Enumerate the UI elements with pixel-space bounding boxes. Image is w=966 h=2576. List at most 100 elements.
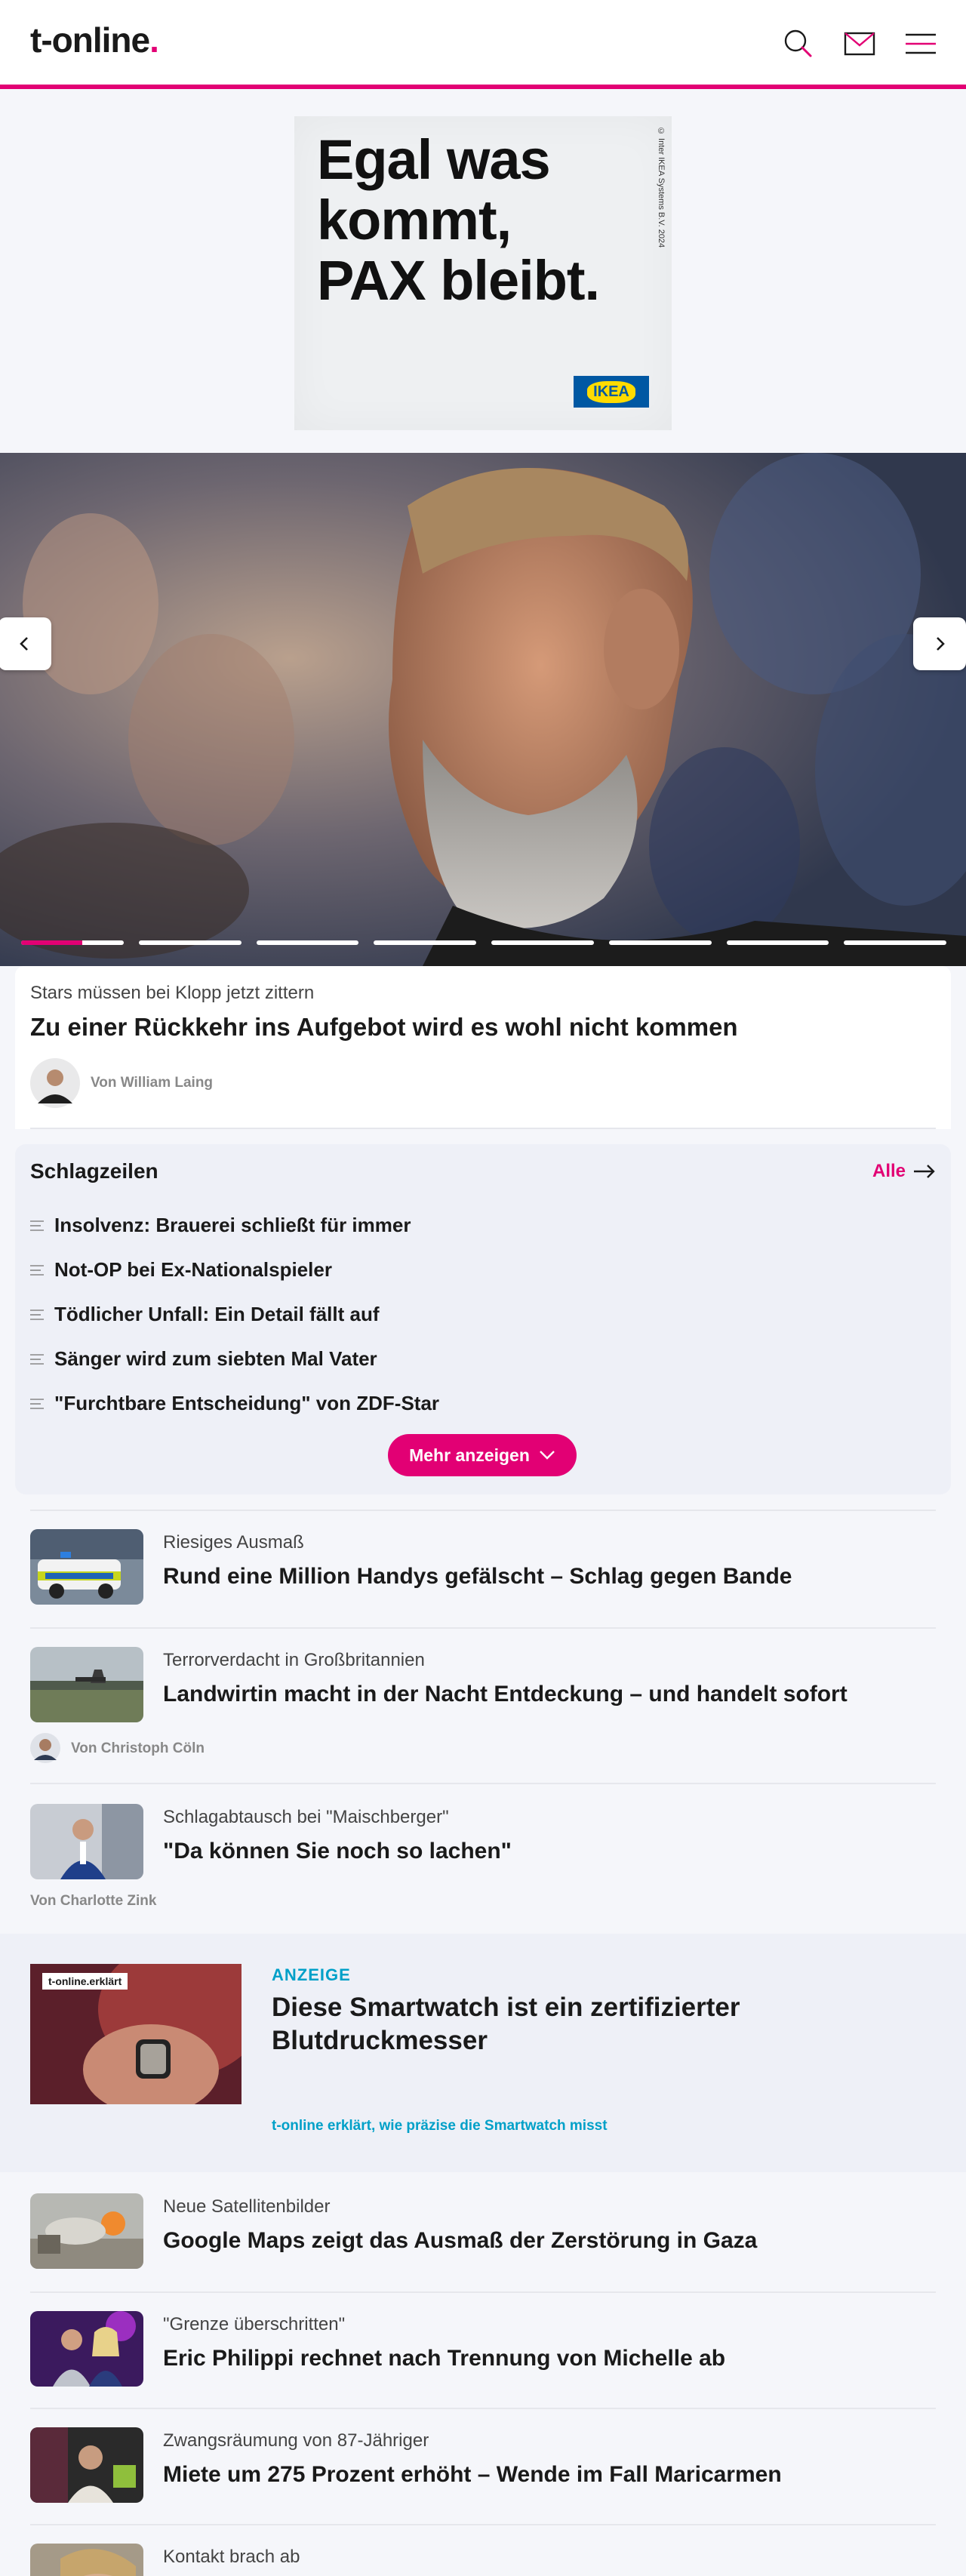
article-title[interactable]: Miete um 275 Prozent erhöht – Wende im F…: [163, 2462, 933, 2488]
ad-headline: Egal was kommt, PAX bleibt.: [317, 128, 600, 312]
sponsored-image[interactable]: t-online.erklärt: [30, 1964, 242, 2104]
site-logo[interactable]: t-online.: [30, 20, 159, 60]
anzeige-title[interactable]: Diese Smartwatch ist ein zertifizierter …: [272, 1991, 845, 2057]
headline-text: Tödlicher Unfall: Ein Detail fällt auf: [54, 1303, 380, 1325]
ad-area: Egal was kommt, PAX bleibt. © Inter IKEA…: [0, 89, 966, 453]
text-lines-icon: [30, 1220, 44, 1231]
article-thumbnail[interactable]: [30, 2311, 143, 2387]
logo-text: t-online: [30, 20, 150, 60]
article-title[interactable]: Eric Philippi rechnet nach Trennung von …: [163, 2346, 933, 2371]
article-teaser[interactable]: Zwangsräumung von 87-Jähriger Miete um 2…: [30, 2427, 936, 2510]
ad-copyright: © Inter IKEA Systems B.V. 2024: [657, 127, 666, 248]
article-kicker: Riesiges Ausmaß: [163, 1532, 304, 1553]
headline-text: "Furchtbare Entscheidung" von ZDF-Star: [54, 1392, 440, 1414]
anzeige-label: ANZEIGE: [272, 1965, 351, 1984]
divider: [30, 1510, 936, 1511]
author-avatar: [30, 1058, 80, 1108]
more-label: Mehr anzeigen: [409, 1445, 530, 1465]
hero-teaser[interactable]: Stars müssen bei Klopp jetzt zittern Zu …: [15, 966, 951, 1129]
sponsored-block[interactable]: t-online.erklärt ANZEIGE Diese Smartwatc…: [0, 1934, 966, 2172]
article-author[interactable]: Von Christoph Cöln: [71, 1740, 205, 1757]
article-thumbnail[interactable]: [30, 1529, 143, 1605]
mail-icon[interactable]: [843, 27, 876, 60]
schlagzeilen-title: Schlagzeilen: [30, 1159, 158, 1183]
carousel-slide-indicator[interactable]: [374, 940, 476, 945]
article-kicker: Schlagabtausch bei "Maischberger": [163, 1807, 449, 1827]
article-thumbnail[interactable]: [30, 1647, 143, 1722]
chevron-right-icon: [937, 637, 945, 651]
portrait-image: [30, 2544, 143, 2576]
text-lines-icon: [30, 1264, 44, 1276]
schlagzeilen-box: Schlagzeilen Alle Insolvenz: Brauerei sc…: [15, 1144, 951, 1494]
carousel-prev-button[interactable]: [0, 617, 51, 670]
headline-text: Not-OP bei Ex-Nationalspieler: [54, 1258, 332, 1281]
chevron-down-icon: [540, 1451, 555, 1460]
headline-item[interactable]: Tödlicher Unfall: Ein Detail fällt auf: [30, 1303, 380, 1326]
hero-kicker: Stars müssen bei Klopp jetzt zittern: [30, 983, 315, 1003]
carousel-next-button[interactable]: [913, 617, 966, 670]
ikea-ad[interactable]: Egal was kommt, PAX bleibt. © Inter IKEA…: [294, 116, 672, 430]
protest-image: [30, 2427, 143, 2503]
talkshow-image: [30, 1804, 143, 1879]
search-icon[interactable]: [782, 27, 815, 60]
article-text: Schlagabtausch bei "Maischberger" "Da kö…: [163, 1807, 933, 1864]
article-text: Riesiges Ausmaß Rund eine Million Handys…: [163, 1532, 933, 1590]
hero-author[interactable]: Von William Laing: [91, 1075, 213, 1091]
article-thumbnail[interactable]: [30, 2544, 143, 2576]
divider: [30, 2291, 936, 2293]
article-teaser[interactable]: Terrorverdacht in Großbritannien Landwir…: [30, 1647, 936, 1768]
divider: [30, 1128, 936, 1129]
author-avatar: [30, 1733, 60, 1763]
text-lines-icon: [30, 1398, 44, 1409]
hero-title[interactable]: Zu einer Rückkehr ins Aufgebot wird es w…: [30, 1013, 738, 1042]
article-kicker: "Grenze überschritten": [163, 2314, 346, 2334]
article-teaser[interactable]: Schlagabtausch bei "Maischberger" "Da kö…: [30, 1804, 936, 1910]
alle-label: Alle: [872, 1161, 906, 1181]
hero-carousel[interactable]: [0, 453, 966, 966]
couple-image: [30, 2311, 143, 2387]
menu-icon[interactable]: [904, 27, 937, 60]
carousel-slide-indicator[interactable]: [21, 940, 124, 945]
carousel-slide-indicator[interactable]: [256, 940, 359, 945]
article-teaser[interactable]: Kontakt brach ab: [30, 2544, 936, 2576]
article-text: Kontakt brach ab: [163, 2547, 933, 2568]
hero-image: [0, 453, 966, 966]
article-thumbnail[interactable]: [30, 2193, 143, 2269]
alle-link[interactable]: Alle: [872, 1161, 936, 1182]
article-thumbnail[interactable]: [30, 2427, 143, 2503]
article-title[interactable]: Rund eine Million Handys gefälscht – Sch…: [163, 1564, 933, 1590]
article-text: "Grenze überschritten" Eric Philippi rec…: [163, 2314, 933, 2371]
text-lines-icon: [30, 1353, 44, 1365]
article-kicker: Kontakt brach ab: [163, 2547, 300, 2567]
article-kicker: Zwangsräumung von 87-Jähriger: [163, 2430, 429, 2451]
article-kicker: Terrorverdacht in Großbritannien: [163, 1650, 425, 1670]
carousel-slide-indicator[interactable]: [138, 940, 242, 945]
article-thumbnail[interactable]: [30, 1804, 143, 1879]
article-kicker: Neue Satellitenbilder: [163, 2196, 331, 2217]
ikea-logo: IKEA: [574, 376, 649, 408]
logo-dot: .: [149, 20, 159, 60]
carousel-slide-indicator[interactable]: [491, 940, 594, 945]
article-teaser[interactable]: "Grenze überschritten" Eric Philippi rec…: [30, 2311, 936, 2394]
article-teaser[interactable]: Riesiges Ausmaß Rund eine Million Handys…: [30, 1529, 936, 1612]
article-text: Neue Satellitenbilder Google Maps zeigt …: [163, 2196, 933, 2254]
article-title[interactable]: "Da können Sie noch so lachen": [163, 1839, 933, 1864]
article-teaser[interactable]: Neue Satellitenbilder Google Maps zeigt …: [30, 2193, 936, 2276]
divider: [30, 1783, 936, 1784]
mehr-anzeigen-button[interactable]: Mehr anzeigen: [388, 1434, 577, 1476]
anzeige-link[interactable]: t-online erklärt, wie präzise die Smartw…: [272, 2118, 608, 2134]
gaza-image: [30, 2193, 143, 2269]
article-author[interactable]: Von Charlotte Zink: [30, 1893, 156, 1910]
headline-item[interactable]: Insolvenz: Brauerei schließt für immer: [30, 1214, 411, 1237]
carousel-slide-indicator[interactable]: [608, 940, 712, 945]
carousel-progress: [21, 940, 946, 945]
text-lines-icon: [30, 1309, 44, 1320]
headline-item[interactable]: Sänger wird zum siebten Mal Vater: [30, 1347, 377, 1371]
article-title[interactable]: Google Maps zeigt das Ausmaß der Zerstör…: [163, 2228, 933, 2254]
carousel-slide-indicator[interactable]: [726, 940, 829, 945]
carousel-slide-indicator[interactable]: [844, 940, 946, 945]
article-title[interactable]: Landwirtin macht in der Nacht Entdeckung…: [163, 1682, 933, 1707]
headline-item[interactable]: Not-OP bei Ex-Nationalspieler: [30, 1258, 332, 1282]
headline-item[interactable]: "Furchtbare Entscheidung" von ZDF-Star: [30, 1392, 439, 1415]
article-text: Zwangsräumung von 87-Jähriger Miete um 2…: [163, 2430, 933, 2488]
